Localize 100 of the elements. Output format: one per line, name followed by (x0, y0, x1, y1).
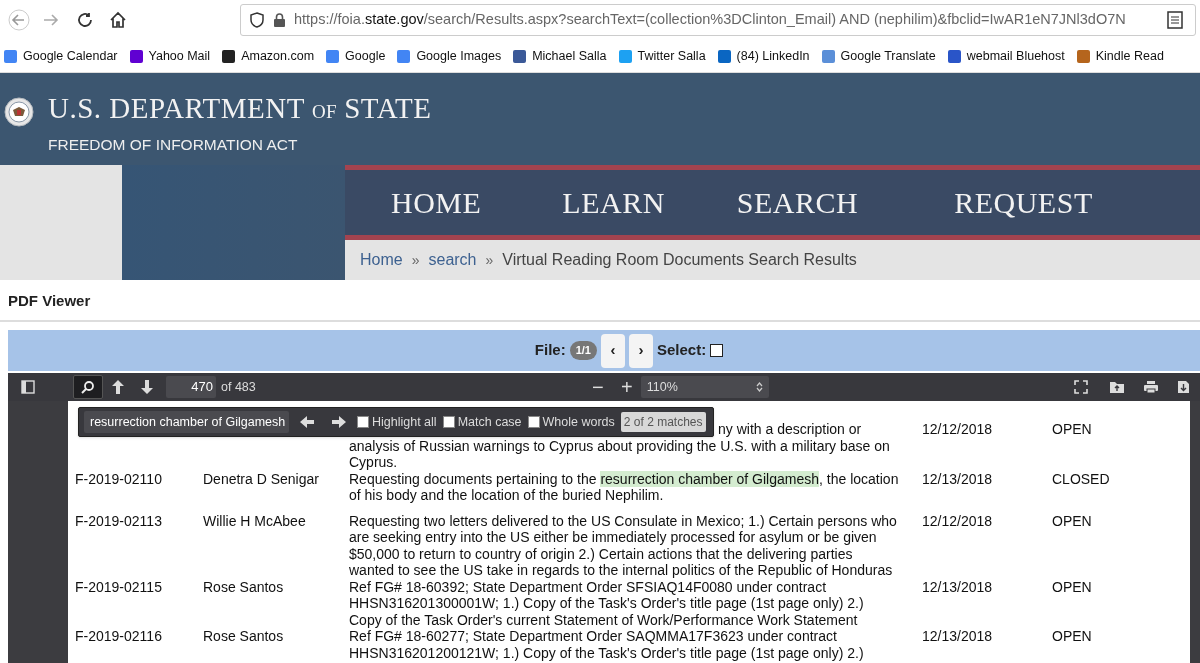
sidebar-toggle-icon[interactable] (21, 380, 35, 394)
zoom-select[interactable]: 110% (640, 376, 769, 398)
description-line: Requesting documents pertaining to the resurrection chamber of Gilgamesh, the location (349, 470, 900, 487)
description-line: $50,000 to return to country of origin 2.) Certain actions that the delivering parties (349, 545, 853, 562)
bookmark-label[interactable]: webmail Bluehost (966, 46, 1065, 66)
bookmark-label[interactable]: Michael Salla (532, 46, 607, 66)
bookmark-icon (325, 48, 341, 64)
description-line: Requesting two letters delivered to the US Consulate in Mexico; 1.) Certain persons who (349, 512, 897, 529)
find-button[interactable] (73, 375, 103, 399)
bookmark-icon (128, 48, 144, 64)
reader-view-icon[interactable] (1167, 11, 1183, 29)
breadcrumb-separator: » (485, 250, 494, 270)
request-number: F-2019-02113 (75, 512, 162, 529)
description-line: Cyprus. (349, 454, 398, 471)
request-date: 12/12/2018 (922, 421, 993, 437)
description-line: HHSN316201300001W; 1.) Copy of the Task's Order's title page (1st page only) 2.) (349, 595, 864, 612)
bookmark-icon (3, 48, 18, 64)
description-line: Ref FG# 18-60392; State Department Order SFSIAQ14F0080 under contract (349, 578, 827, 595)
home-icon[interactable] (108, 10, 128, 30)
description-line: of his body and the location of the buried Nephilim. (349, 487, 664, 504)
shield-icon[interactable] (249, 12, 265, 28)
request-status: OPEN (1052, 578, 1092, 595)
bookmark-icon (1075, 48, 1091, 64)
search-icon (81, 380, 95, 394)
request-number: F-2019-02110 (75, 470, 162, 487)
page-count: of 483 (221, 378, 256, 396)
request-status: CLOSED (1052, 470, 1110, 487)
bookmark-icon (716, 48, 732, 64)
request-date: 12/12/2018 (922, 512, 993, 529)
fullscreen-icon[interactable] (1074, 380, 1088, 394)
next-page-icon[interactable] (140, 379, 154, 395)
requester-name: Denetra D Senigar (203, 470, 319, 487)
bookmark-icon (946, 48, 962, 64)
page-number-field[interactable]: 470 (166, 376, 216, 398)
site-title: U.S. DEPARTMENT OF STATE (48, 91, 432, 126)
file-label: File: (534, 340, 566, 361)
find-input-field[interactable]: resurrection chamber of Gilgamesh (84, 411, 289, 433)
bookmark-label[interactable]: Google Images (416, 46, 502, 66)
request-status: OPEN (1052, 628, 1092, 644)
file-count-badge: 1/1 (569, 341, 597, 360)
request-date: 12/13/2018 (922, 470, 993, 487)
bookmark-label[interactable]: Yahoo Mail (148, 46, 211, 66)
previous-file-button[interactable]: ‹ (600, 333, 625, 368)
request-status: OPEN (1052, 421, 1092, 437)
bookmark-label[interactable]: Twitter Salla (637, 46, 706, 66)
select-label: Select: (656, 340, 707, 361)
bookmark-label[interactable]: Google Translate (840, 46, 936, 66)
bookmark-icon (617, 48, 633, 64)
description-line: analysis of Russian warnings to Cyprus about providing the U.S. with a military base on (349, 437, 890, 454)
zoom-in-button[interactable]: + (616, 377, 637, 397)
menu-link[interactable]: LEARN (562, 180, 665, 225)
select-checkbox[interactable] (710, 344, 724, 357)
find-option-checkbox[interactable]: Highlight all (357, 412, 437, 432)
bookmark-label[interactable]: (84) LinkedIn (736, 46, 810, 66)
address-bar[interactable]: https://foia.state.gov/search/Results.aspx?searchText=(collection%3DClinton_Email) AND (nephilim)&fbclid=IwAR1eN7JNl3dO7N (240, 4, 1196, 36)
breadcrumb-current: Virtual Reading Room Documents Search Results (502, 250, 857, 270)
bookmark-label[interactable]: Google (345, 46, 386, 66)
section-heading: PDF Viewer (8, 290, 91, 311)
find-option-checkbox[interactable]: Match case (442, 412, 522, 432)
next-file-button[interactable]: › (628, 333, 653, 368)
match-count: 2 of 2 matches (620, 412, 706, 432)
bookmark-icon (221, 48, 237, 64)
description-line: ny with a description or (718, 421, 862, 438)
bookmark-label[interactable]: Amazon.com (241, 46, 315, 66)
previous-page-icon[interactable] (111, 379, 125, 395)
menu-link[interactable]: SEARCH (736, 180, 859, 225)
description-line: wanted to see the US take in regards to the internal politics of the Republic of Honduras (349, 562, 893, 579)
request-date: 12/13/2018 (922, 628, 993, 644)
print-icon[interactable] (1143, 380, 1159, 394)
requester-name: Rose Santos (203, 628, 284, 644)
request-status: OPEN (1052, 512, 1092, 529)
back-icon[interactable] (8, 9, 30, 31)
description-line: Copy of the Task Order's current Statement of Work/Performance Work Statement (349, 611, 858, 628)
description-line: are seeking entry into the US either be immediately processed for asylum or be given (349, 529, 877, 546)
find-option-checkbox[interactable]: Whole words (527, 412, 615, 432)
bookmark-icon (820, 48, 836, 64)
find-next-icon[interactable] (331, 415, 347, 429)
bookmark-label[interactable]: Google Calendar (23, 46, 118, 66)
breadcrumb-link[interactable]: Home (360, 248, 403, 272)
site-subtitle: FREEDOM OF INFORMATION ACT (48, 135, 299, 155)
url-text: https://foia.state.gov/search/Results.aspx?searchText=(collection%3DClinton_Email) AND (nephilim)&fbclid=IwAR1eN7JNl3dO7N (294, 10, 1126, 30)
reload-icon[interactable] (76, 11, 94, 29)
request-date: 12/13/2018 (922, 578, 993, 595)
find-previous-icon[interactable] (299, 415, 315, 429)
seal-icon (4, 97, 34, 127)
breadcrumb-separator: » (411, 250, 420, 270)
breadcrumb-link[interactable]: search (428, 248, 477, 272)
lock-icon (273, 12, 286, 28)
menu-link[interactable]: REQUEST (954, 180, 1093, 225)
request-number: F-2019-02115 (75, 578, 162, 595)
description-line: Ref FG# 18-60277; State Department Order SAQMMA17F3623 under contract (349, 628, 837, 645)
download-icon[interactable] (1177, 380, 1190, 394)
bookmark-icon (512, 48, 528, 64)
dropdown-icon (755, 382, 763, 392)
bookmark-label[interactable]: Kindle Read (1095, 46, 1164, 66)
request-number: F-2019-02116 (75, 628, 162, 644)
description-line: HHSN316201200121W; 1.) Copy of the Task's Order's title page (1st page only) 2.) (349, 644, 864, 661)
zoom-out-button[interactable]: − (587, 377, 608, 397)
menu-link[interactable]: HOME (391, 180, 482, 225)
folder-icon[interactable] (1109, 380, 1125, 394)
